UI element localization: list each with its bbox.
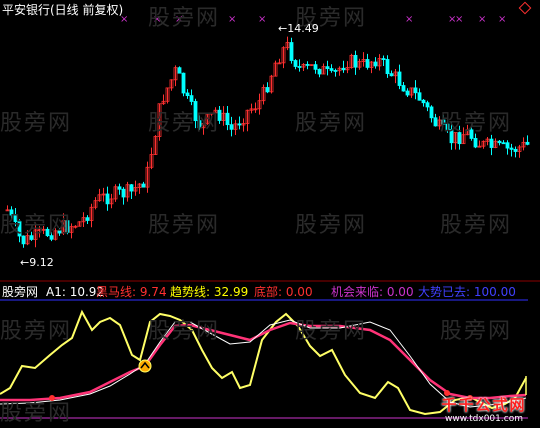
candle-body (289, 42, 294, 61)
signal-marker-icon: × (478, 14, 486, 25)
candle-body (177, 67, 182, 74)
candle-body (29, 235, 34, 240)
candle-body (497, 140, 502, 144)
candle-body (433, 117, 438, 127)
candle-body (405, 90, 410, 96)
heima-line (0, 321, 527, 402)
candle-body (449, 129, 454, 144)
chart-window: × × × × × × × × × × 股旁网 股旁网 股旁网 股旁网 股旁网 股旁网 股旁网 股… (0, 0, 540, 428)
candle-body (325, 66, 330, 69)
candle-body (397, 71, 402, 86)
candle-body (329, 68, 334, 71)
candle-body (237, 123, 242, 126)
candle-body (197, 120, 202, 129)
candle-body (313, 64, 318, 70)
candle-body (297, 66, 302, 68)
indicator-trend-value: 趋势线: 32.99 (170, 285, 249, 299)
candle-body (505, 142, 510, 149)
candle-body (317, 68, 322, 75)
candle-body (417, 92, 422, 101)
indicator-name[interactable]: 股旁网 (2, 285, 38, 299)
candle-body (121, 188, 126, 198)
candle-body (425, 102, 430, 108)
candle-body (45, 228, 50, 237)
candle-body (229, 124, 234, 130)
indicator-heima-value: 黑马线: 9.74 (96, 285, 167, 299)
candle-body (333, 70, 338, 72)
candle-body (441, 119, 446, 125)
candle-body (189, 95, 194, 102)
signal-marker-icon: × (405, 14, 413, 25)
candle-body (49, 235, 54, 240)
candle-body (21, 235, 26, 245)
signal-marker-icon: × (228, 14, 236, 25)
candle-body (385, 59, 390, 75)
kline-chart[interactable]: × × × × × × ×× × × (0, 0, 540, 428)
candle-body (525, 141, 530, 145)
signal-marker-icon: × (498, 14, 506, 25)
candle-body (509, 147, 514, 150)
candle-body (85, 217, 90, 221)
low-price-label: ←9.12 (20, 256, 54, 269)
candle-body (305, 64, 310, 66)
candle-body (265, 87, 270, 93)
signal-marker-icon: × (258, 14, 266, 25)
candle-body (421, 99, 426, 104)
candle-body (429, 106, 434, 119)
candle-body (293, 60, 298, 67)
candle-body (413, 87, 418, 94)
candle-body (105, 193, 110, 205)
candle-body (65, 220, 70, 233)
candle-body (469, 129, 474, 139)
signal-marker-icon: × (455, 14, 463, 25)
site-badge-url: www.tdx001.com (445, 414, 523, 424)
candle-body (489, 138, 494, 148)
candle-body (473, 138, 478, 148)
candle-body (181, 72, 186, 94)
candle-body (185, 92, 190, 97)
bottom-signal-icon (49, 395, 55, 401)
site-badge: 千千公式网 www.tdx001.com (430, 396, 538, 426)
candle-body (217, 109, 222, 121)
chart-title: 平安银行(日线 前复权) (2, 3, 124, 17)
indicator-trend-over-value: 大势已去: 100.00 (418, 285, 516, 299)
candle-body (57, 230, 62, 234)
high-price-label: ←14.49 (278, 22, 319, 35)
candle-body (513, 148, 518, 152)
indicator-bottom-value: 底部: 0.00 (254, 285, 313, 299)
corner-diamond-icon (518, 1, 532, 15)
candle-body (225, 112, 230, 126)
indicator-opportunity-value: 机会来临: 0.00 (331, 285, 414, 299)
site-badge-title: 千千公式网 (441, 396, 527, 414)
candle-body (13, 214, 18, 222)
candle-body (129, 184, 134, 192)
candle-body (365, 59, 370, 68)
candle-body (341, 67, 346, 71)
candle-body (445, 123, 450, 130)
candle-body (501, 142, 506, 145)
candle-body (193, 101, 198, 122)
candle-body (457, 132, 462, 145)
candle-body (389, 73, 394, 77)
candle-body (401, 85, 406, 92)
candle-body (353, 54, 358, 68)
candle-body (9, 209, 14, 216)
candle-body (141, 183, 146, 188)
candle-body (17, 221, 22, 237)
signal-marker-icon: × (153, 14, 161, 25)
candle-body (381, 58, 386, 60)
candle-body (373, 61, 378, 67)
signal-marker-icon: × (175, 14, 183, 25)
candle-body (117, 186, 122, 190)
